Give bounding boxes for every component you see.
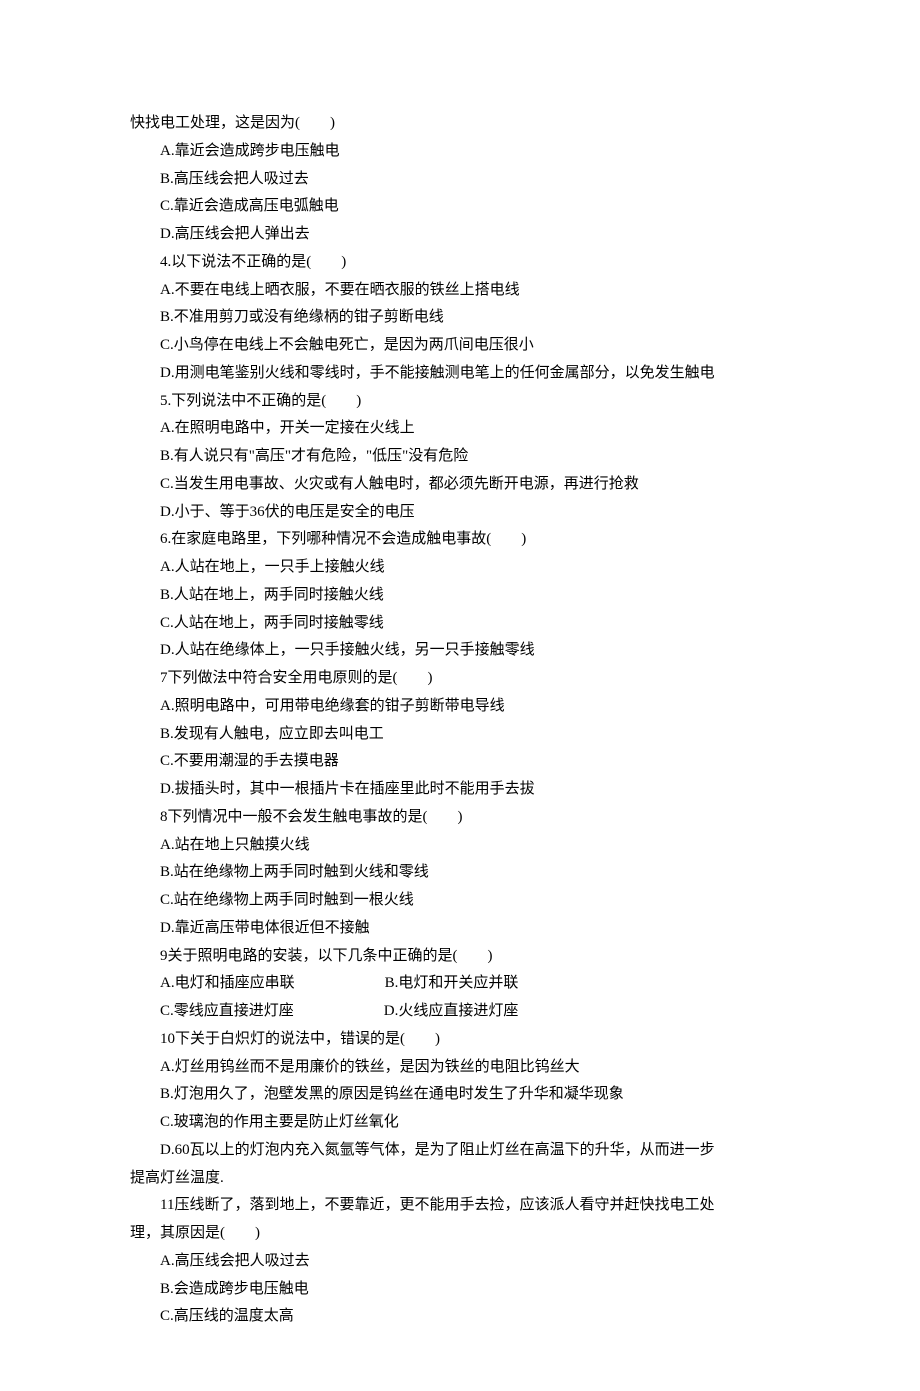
text-line: C.不要用潮湿的手去摸电器 [130,748,790,776]
text-line: B.有人说只有"高压"才有危险，"低压"没有危险 [130,443,790,471]
text-line: D.用测电笔鉴别火线和零线时，手不能接触测电笔上的任何金属部分，以免发生触电 [130,360,790,388]
text-line: C.站在绝缘物上两手同时触到一根火线 [130,887,790,915]
text-line: A.高压线会把人吸过去 [130,1248,790,1276]
text-line: C.小鸟停在电线上不会触电死亡，是因为两爪间电压很小 [130,332,790,360]
text-line: C.靠近会造成高压电弧触电 [130,193,790,221]
text-line: 理，其原因是( ) [130,1220,790,1248]
text-line: 11压线断了，落到地上，不要靠近，更不能用手去捡，应该派人看守并赶快找电工处 [130,1192,790,1220]
text-line: 10下关于白炽灯的说法中，错误的是( ) [130,1026,790,1054]
text-line: C.人站在地上，两手同时接触零线 [130,610,790,638]
document-body: 快找电工处理，这是因为( )A.靠近会造成跨步电压触电B.高压线会把人吸过去C.… [130,110,790,1331]
text-line: 9关于照明电路的安装，以下几条中正确的是( ) [130,943,790,971]
text-line: A.照明电路中，可用带电绝缘套的钳子剪断带电导线 [130,693,790,721]
text-line: D.60瓦以上的灯泡内充入氮氩等气体，是为了阻止灯丝在高温下的升华，从而进一步 [130,1137,790,1165]
text-line: B.发现有人触电，应立即去叫电工 [130,721,790,749]
text-line: A.人站在地上，一只手上接触火线 [130,554,790,582]
text-line: A.灯丝用钨丝而不是用廉价的铁丝，是因为铁丝的电阻比钨丝大 [130,1054,790,1082]
text-line: 快找电工处理，这是因为( ) [130,110,790,138]
text-line: D.小于、等于36伏的电压是安全的电压 [130,499,790,527]
text-line: D.人站在绝缘体上，一只手接触火线，另一只手接触零线 [130,637,790,665]
text-line: B.会造成跨步电压触电 [130,1276,790,1304]
text-line: A.靠近会造成跨步电压触电 [130,138,790,166]
text-line: D.拔插头时，其中一根插片卡在插座里此时不能用手去拔 [130,776,790,804]
text-line: A.不要在电线上晒衣服，不要在晒衣服的铁丝上搭电线 [130,277,790,305]
text-line: 5.下列说法中不正确的是( ) [130,388,790,416]
text-line: D.高压线会把人弹出去 [130,221,790,249]
text-line: B.人站在地上，两手同时接触火线 [130,582,790,610]
text-line: A.电灯和插座应串联 B.电灯和开关应并联 [130,970,790,998]
text-line: B.不准用剪刀或没有绝缘柄的钳子剪断电线 [130,304,790,332]
text-line: A.在照明电路中，开关一定接在火线上 [130,415,790,443]
text-line: C.当发生用电事故、火灾或有人触电时，都必须先断开电源，再进行抢救 [130,471,790,499]
text-line: B.灯泡用久了，泡壁发黑的原因是钨丝在通电时发生了升华和凝华现象 [130,1081,790,1109]
text-line: C.高压线的温度太高 [130,1303,790,1331]
text-line: 6.在家庭电路里，下列哪种情况不会造成触电事故( ) [130,526,790,554]
text-line: A.站在地上只触摸火线 [130,832,790,860]
text-line: B.站在绝缘物上两手同时触到火线和零线 [130,859,790,887]
text-line: B.高压线会把人吸过去 [130,166,790,194]
text-line: 7下列做法中符合安全用电原则的是( ) [130,665,790,693]
text-line: 8下列情况中一般不会发生触电事故的是( ) [130,804,790,832]
text-line: C.玻璃泡的作用主要是防止灯丝氧化 [130,1109,790,1137]
text-line: D.靠近高压带电体很近但不接触 [130,915,790,943]
text-line: 提高灯丝温度. [130,1165,790,1193]
text-line: 4.以下说法不正确的是( ) [130,249,790,277]
text-line: C.零线应直接进灯座 D.火线应直接进灯座 [130,998,790,1026]
